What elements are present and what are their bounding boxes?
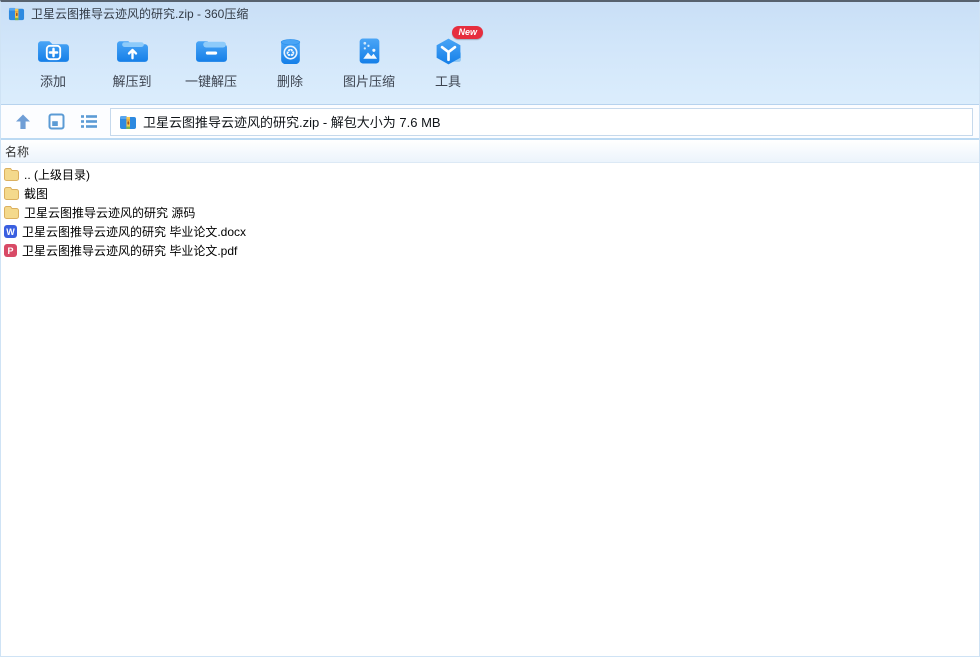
file-name: 截图: [24, 187, 49, 201]
svg-text:♻: ♻: [285, 47, 295, 60]
toolbar-label-image-compress: 图片压缩: [342, 74, 395, 89]
address-text: 卫星云图推导云迹风的研究.zip - 解包大小为 7.6 MB: [143, 115, 441, 130]
navigation-bar: 卫星云图推导云迹风的研究.zip - 解包大小为 7.6 MB: [1, 105, 979, 140]
zip-archive-icon: [119, 113, 137, 131]
file-row-folder[interactable]: 卫星云图推导云迹风的研究 源码: [1, 203, 979, 222]
column-header-label: 名称: [5, 144, 30, 159]
up-directory-button[interactable]: [11, 110, 35, 134]
delete-icon: ♻: [273, 36, 307, 66]
toolbar-button-one-click-extract[interactable]: 一键解压: [179, 30, 243, 90]
view-mode-icon: [48, 113, 64, 130]
file-row-docx[interactable]: W 卫星云图推导云迹风的研究 毕业论文.docx: [1, 222, 979, 241]
zip-archive-icon: [8, 5, 25, 22]
toolbar-label-one-click-extract: 一键解压: [184, 74, 237, 89]
toolbar: 添加 解压到 一键解压 ♻ 删除 图片压缩 New 工具: [1, 26, 979, 90]
pdf-file-icon: P: [4, 244, 17, 257]
list-view-icon: [81, 115, 97, 128]
up-arrow-icon: [16, 114, 30, 129]
toolbar-button-extract-to[interactable]: 解压到: [100, 30, 164, 90]
file-name: 卫星云图推导云迹风的研究 源码: [24, 206, 196, 220]
file-name: 卫星云图推导云迹风的研究 毕业论文.docx: [22, 225, 247, 239]
word-file-icon: W: [4, 225, 17, 238]
file-list: .. (上级目录) 截图 卫星云图推导云迹风的研究 源码 W 卫星云图推导云迹风…: [1, 163, 979, 260]
file-name: .. (上级目录): [24, 168, 90, 182]
view-mode-button[interactable]: [44, 110, 68, 134]
toolbar-button-add[interactable]: 添加: [21, 30, 85, 90]
one-click-extract-icon: [194, 36, 228, 66]
file-row-pdf[interactable]: P 卫星云图推导云迹风的研究 毕业论文.pdf: [1, 241, 979, 260]
folder-icon: [4, 168, 19, 181]
image-compress-icon: [352, 36, 386, 66]
window-chrome: 卫星云图推导云迹风的研究.zip - 360压缩 添加 解压到 一键解压 ♻ 删…: [1, 2, 979, 105]
folder-icon: [4, 206, 19, 219]
toolbar-label-tools: 工具: [434, 74, 461, 89]
column-header-name[interactable]: 名称: [1, 140, 979, 163]
titlebar[interactable]: 卫星云图推导云迹风的研究.zip - 360压缩: [1, 2, 979, 25]
toolbar-label-delete: 删除: [276, 74, 303, 89]
new-badge: New: [452, 26, 483, 39]
window-title: 卫星云图推导云迹风的研究.zip - 360压缩: [31, 7, 249, 21]
tools-icon: New: [431, 26, 483, 66]
file-row-folder[interactable]: 截图: [1, 184, 979, 203]
toolbar-button-tools[interactable]: New 工具: [416, 26, 483, 90]
list-view-button[interactable]: [77, 110, 101, 134]
file-row-parent-dir[interactable]: .. (上级目录): [1, 165, 979, 184]
add-folder-icon: [36, 36, 70, 66]
toolbar-label-add: 添加: [39, 74, 66, 89]
toolbar-label-extract-to: 解压到: [112, 74, 152, 89]
toolbar-button-delete[interactable]: ♻ 删除: [258, 30, 322, 90]
extract-to-icon: [115, 36, 149, 66]
folder-icon: [4, 187, 19, 200]
app-window: 卫星云图推导云迹风的研究.zip - 360压缩 添加 解压到 一键解压 ♻ 删…: [0, 0, 980, 657]
address-bar[interactable]: 卫星云图推导云迹风的研究.zip - 解包大小为 7.6 MB: [110, 107, 973, 136]
file-name: 卫星云图推导云迹风的研究 毕业论文.pdf: [22, 244, 238, 258]
toolbar-button-image-compress[interactable]: 图片压缩: [337, 30, 401, 90]
